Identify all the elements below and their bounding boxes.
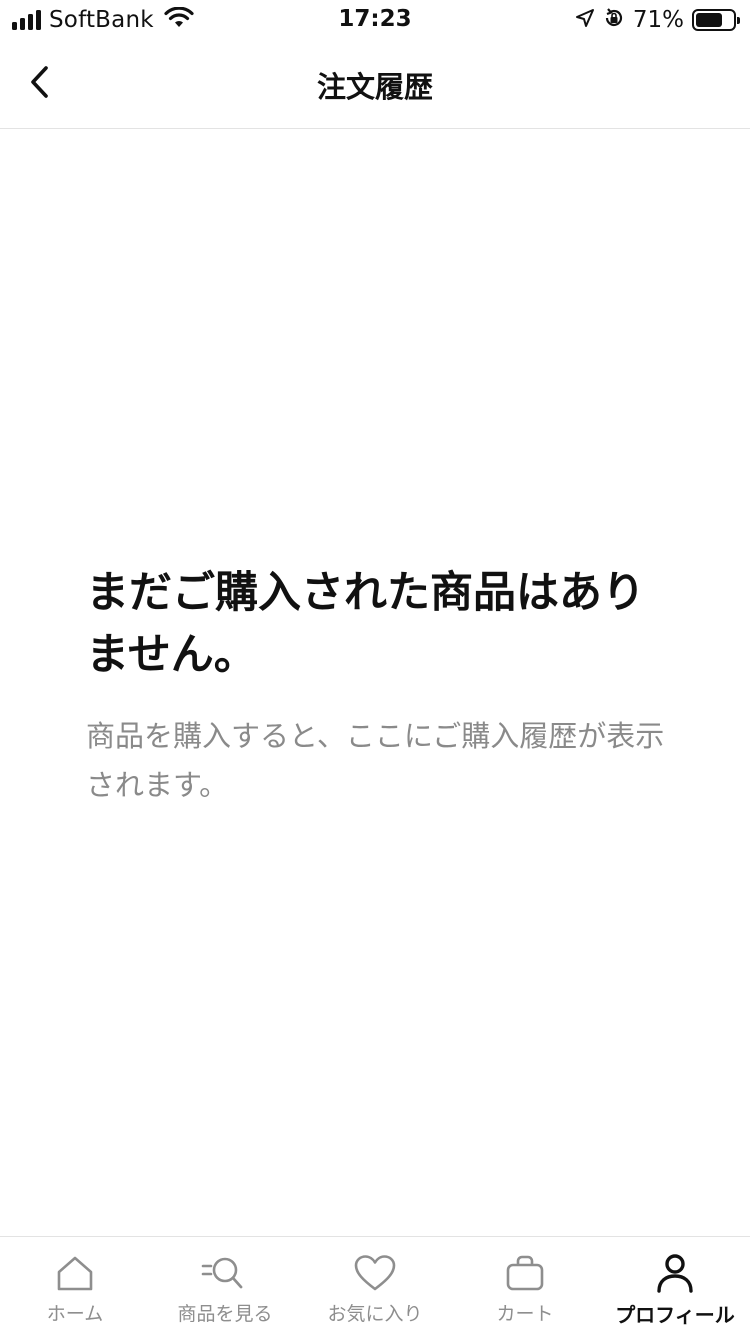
home-icon [55,1253,95,1293]
empty-state-title: まだご購入された商品はありません。 [86,568,645,680]
battery-icon [692,9,740,31]
tab-cart[interactable]: カート [450,1237,600,1334]
empty-state-message: 商品を購入すると、ここにご購入履歴が表示されます。 [86,719,665,802]
tab-cart-label: カート [496,1303,554,1325]
rotation-lock-icon [603,7,625,33]
person-icon [655,1253,695,1293]
tab-favorites-label: お気に入り [327,1303,423,1325]
tab-home[interactable]: ホーム [0,1237,150,1334]
tab-bar: ホーム 商品を見る お気に入り カート プロフィール [0,1236,750,1334]
screen: SoftBank 17:23 71% 注文履歴 まだご購入された商品はありません… [0,0,750,1334]
tab-favorites[interactable]: お気に入り [300,1237,450,1334]
battery-level [696,13,722,27]
bag-icon [505,1253,545,1293]
navigation-bar: 注文履歴 [0,40,750,129]
tab-profile-label: プロフィール [615,1303,735,1327]
status-right: 71% [575,6,740,34]
heart-icon [353,1253,397,1293]
battery-percentage: 71% [632,7,684,33]
location-arrow-icon [575,8,595,32]
page-title: 注文履歴 [316,70,433,104]
tab-home-label: ホーム [46,1303,104,1325]
status-bar: SoftBank 17:23 71% [0,0,750,40]
search-icon [201,1253,249,1293]
tab-profile[interactable]: プロフィール [600,1237,750,1334]
tab-browse-label: 商品を見る [177,1303,273,1325]
tab-browse[interactable]: 商品を見る [150,1237,300,1334]
